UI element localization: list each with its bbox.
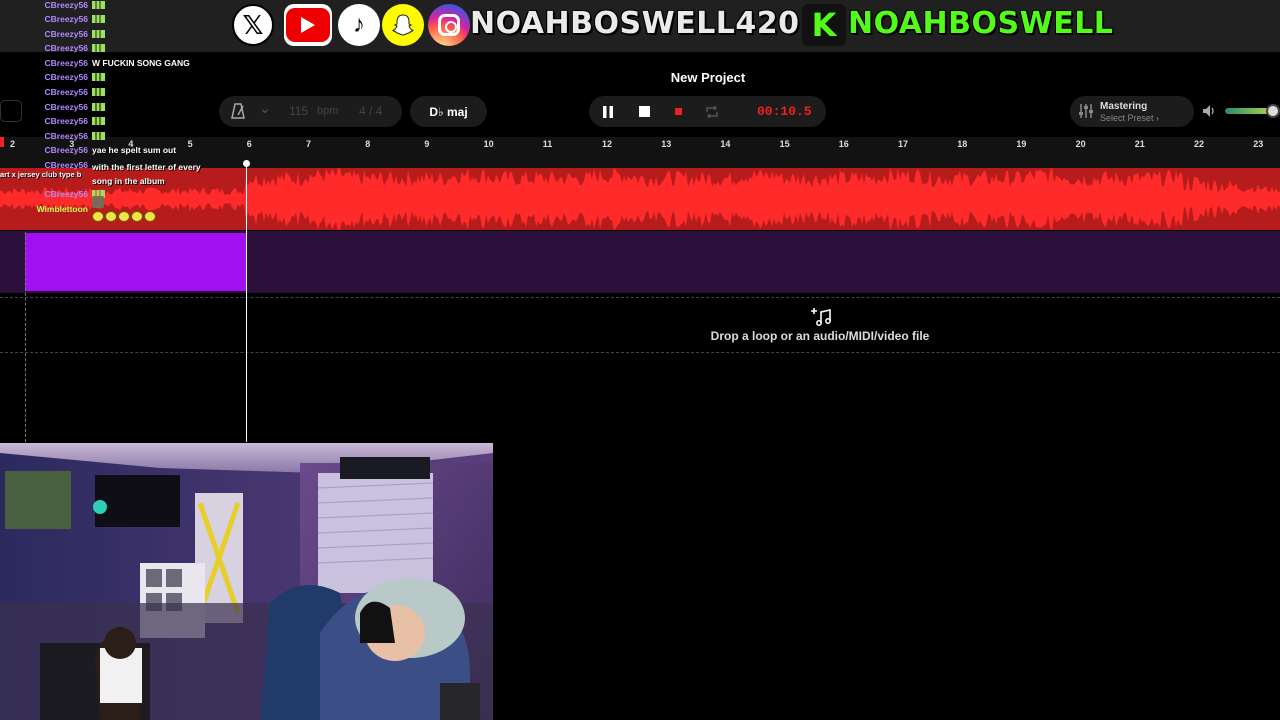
ruler-tick-18: 18	[957, 139, 968, 149]
ruler-tick-11: 11	[542, 139, 553, 149]
ruler-tick-8: 8	[365, 139, 371, 149]
time-signature[interactable]: 4 / 4	[359, 104, 382, 118]
stop-icon	[638, 106, 650, 117]
playhead[interactable]	[246, 160, 247, 442]
signal-bars-badge-icon	[92, 117, 105, 125]
x-logo-icon: 𝕏	[232, 4, 274, 46]
chat-text: W FUCKIN SONG GANG	[92, 58, 190, 68]
ruler-tick-4: 4	[128, 139, 134, 149]
record-button[interactable]	[667, 96, 689, 127]
streamer-handle: NOAHBOSWELL420	[470, 6, 800, 41]
drop-zone-text[interactable]: Drop a loop or an audio/MIDI/video file	[600, 329, 1040, 343]
drop-zone-bottom-border	[0, 352, 1280, 353]
tempo-group: ⌄ 115 bpm 4 / 4	[219, 96, 402, 127]
stop-button[interactable]	[633, 96, 655, 127]
kick-handle: NOAHBOSWELL	[848, 6, 1114, 41]
chat-username: CBreezy56	[44, 58, 88, 68]
ruler-tick-2: 2	[10, 139, 16, 149]
webcam-feed	[0, 443, 493, 720]
sidebar-toggle-button[interactable]	[0, 100, 22, 122]
ruler-tick-5: 5	[187, 139, 193, 149]
instagram-icon	[428, 4, 470, 46]
playhead-handle[interactable]	[243, 160, 250, 167]
timeline-ruler[interactable]: 2 3 4 5 6 7 8 9 10 11 12 13 14 15 16 17 18 19 20 21 22 23	[0, 137, 1280, 168]
webcam-scene	[0, 443, 493, 720]
mastering-label: Mastering	[1100, 101, 1148, 112]
ruler-tick-16: 16	[838, 139, 849, 149]
ruler-tick-23: 23	[1253, 139, 1264, 149]
ruler-tick-22: 22	[1194, 139, 1205, 149]
record-icon	[674, 108, 682, 115]
project-title[interactable]: New Project	[0, 70, 1280, 85]
ruler-tick-6: 6	[246, 139, 252, 149]
bpm-value[interactable]: 115	[289, 104, 308, 118]
volume-knob[interactable]	[1266, 104, 1280, 118]
tiktok-icon: ♪	[338, 4, 380, 46]
time-display: 00:10.5	[757, 104, 812, 119]
key-button[interactable]: D♭ maj	[410, 96, 487, 127]
ruler-tick-14: 14	[720, 139, 731, 149]
signal-bars-badge-icon	[92, 88, 105, 96]
audio-track-clip[interactable]	[0, 168, 1280, 230]
waveform-shape	[0, 168, 1280, 230]
mixer-sliders-icon	[1079, 104, 1093, 118]
bpm-unit: bpm	[317, 105, 339, 117]
volume-icon[interactable]	[1202, 104, 1216, 118]
ruler-tick-17: 17	[898, 139, 909, 149]
ruler-tick-12: 12	[602, 139, 613, 149]
chat-username: CBreezy56	[44, 87, 88, 97]
mastering-preset[interactable]: Select Preset ›	[1100, 113, 1159, 123]
loop-icon	[706, 105, 718, 118]
ruler-tick-13: 13	[661, 139, 672, 149]
ruler-tick-19: 19	[1016, 139, 1027, 149]
drop-zone-top-border	[0, 297, 1280, 298]
social-banner: 𝕏 ♪ NOAHBOSWELL420 K NOAHBOSWELL	[0, 0, 1280, 52]
mastering-button[interactable]: Mastering Select Preset ›	[1070, 96, 1194, 127]
ruler-tick-15: 15	[779, 139, 790, 149]
transport-group: 00:10.5	[589, 96, 826, 127]
midi-clip[interactable]	[25, 233, 246, 291]
key-label: D♭ maj	[429, 104, 468, 119]
loop-start-marker[interactable]	[0, 137, 4, 147]
pause-button[interactable]	[597, 96, 619, 127]
youtube-icon	[284, 4, 332, 46]
kick-logo-icon: K	[802, 4, 846, 46]
snapchat-icon	[382, 4, 424, 46]
loop-button[interactable]	[701, 96, 723, 127]
ruler-tick-10: 10	[483, 139, 494, 149]
chevron-down-icon[interactable]: ⌄	[259, 100, 271, 117]
signal-bars-badge-icon	[92, 103, 105, 111]
audio-waveform	[0, 168, 1280, 230]
ruler-tick-3: 3	[69, 139, 75, 149]
ruler-tick-20: 20	[1075, 139, 1086, 149]
pause-icon	[603, 105, 613, 118]
loop-region-line	[25, 232, 26, 442]
ruler-tick-9: 9	[424, 139, 430, 149]
metronome-icon[interactable]	[231, 103, 245, 119]
ruler-tick-7: 7	[306, 139, 312, 149]
ruler-tick-21: 21	[1134, 139, 1145, 149]
